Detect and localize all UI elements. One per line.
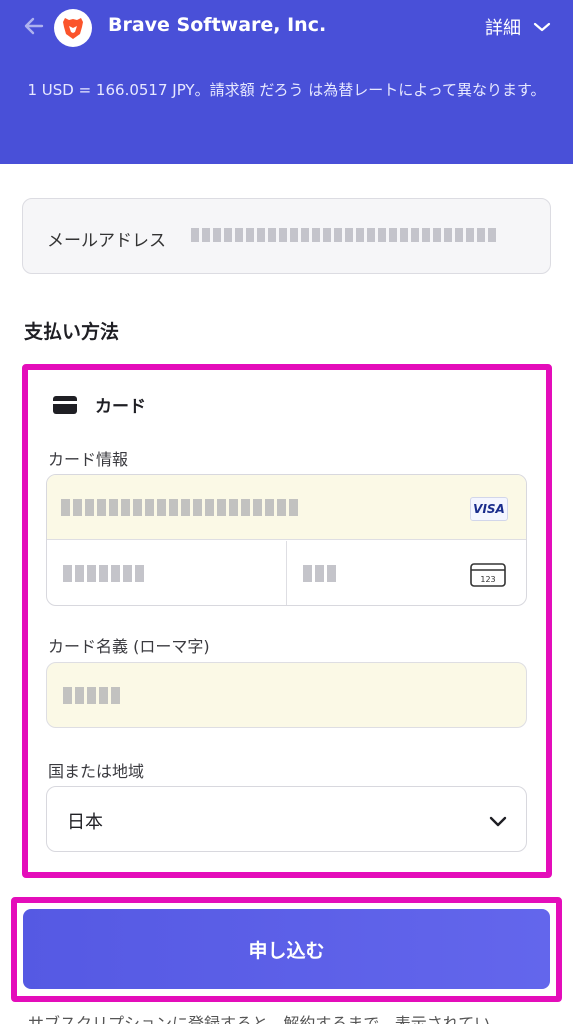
details-label: 詳細 xyxy=(485,18,521,39)
details-toggle[interactable]: 詳細 xyxy=(485,14,551,40)
expiry-input[interactable] xyxy=(47,541,287,605)
brave-logo-icon xyxy=(54,9,92,47)
card-payment-tab[interactable]: カード xyxy=(53,392,146,417)
exchange-rate-note: 1 USD = 166.0517 JPY。請求額 だろう は為替レートによって異… xyxy=(27,81,546,99)
chevron-down-icon xyxy=(533,22,551,32)
card-info-label: カード情報 xyxy=(48,450,129,469)
arrow-left-icon[interactable] xyxy=(20,12,48,40)
subscribe-button[interactable]: 申し込む xyxy=(23,909,550,989)
payment-method-title: 支払い方法 xyxy=(24,321,120,343)
card-number-redacted xyxy=(61,499,298,516)
cvc-redacted xyxy=(303,565,336,582)
cardholder-label: カード名義 (ローマ字) xyxy=(48,637,210,656)
country-label: 国または地域 xyxy=(48,762,145,781)
credit-card-icon xyxy=(53,395,77,414)
card-number-input[interactable]: VISA xyxy=(47,475,526,540)
chevron-down-icon xyxy=(489,816,507,827)
email-label: メールアドレス xyxy=(47,231,166,251)
country-value: 日本 xyxy=(67,812,103,833)
cvc-card-icon: 123 xyxy=(470,563,506,587)
expiry-redacted xyxy=(63,565,144,582)
country-select[interactable]: 日本 xyxy=(46,786,527,852)
card-info-group: VISA 123 xyxy=(46,474,527,606)
checkout-header: Brave Software, Inc. 詳細 1 USD = 166.0517… xyxy=(0,0,573,164)
subscription-footer-note: サブスクリプションに登録すると、解約するまで、表示されてい xyxy=(28,1014,491,1024)
email-field: メールアドレス xyxy=(22,198,551,274)
cardholder-name-input[interactable] xyxy=(46,662,527,728)
visa-brand-icon: VISA xyxy=(470,497,508,521)
cardholder-redacted xyxy=(63,687,120,704)
merchant-name: Brave Software, Inc. xyxy=(108,14,327,36)
email-value-redacted xyxy=(191,228,496,242)
card-tab-label: カード xyxy=(95,397,146,417)
cvc-icon-text: 123 xyxy=(480,575,495,584)
cvc-input[interactable]: 123 xyxy=(287,541,526,605)
